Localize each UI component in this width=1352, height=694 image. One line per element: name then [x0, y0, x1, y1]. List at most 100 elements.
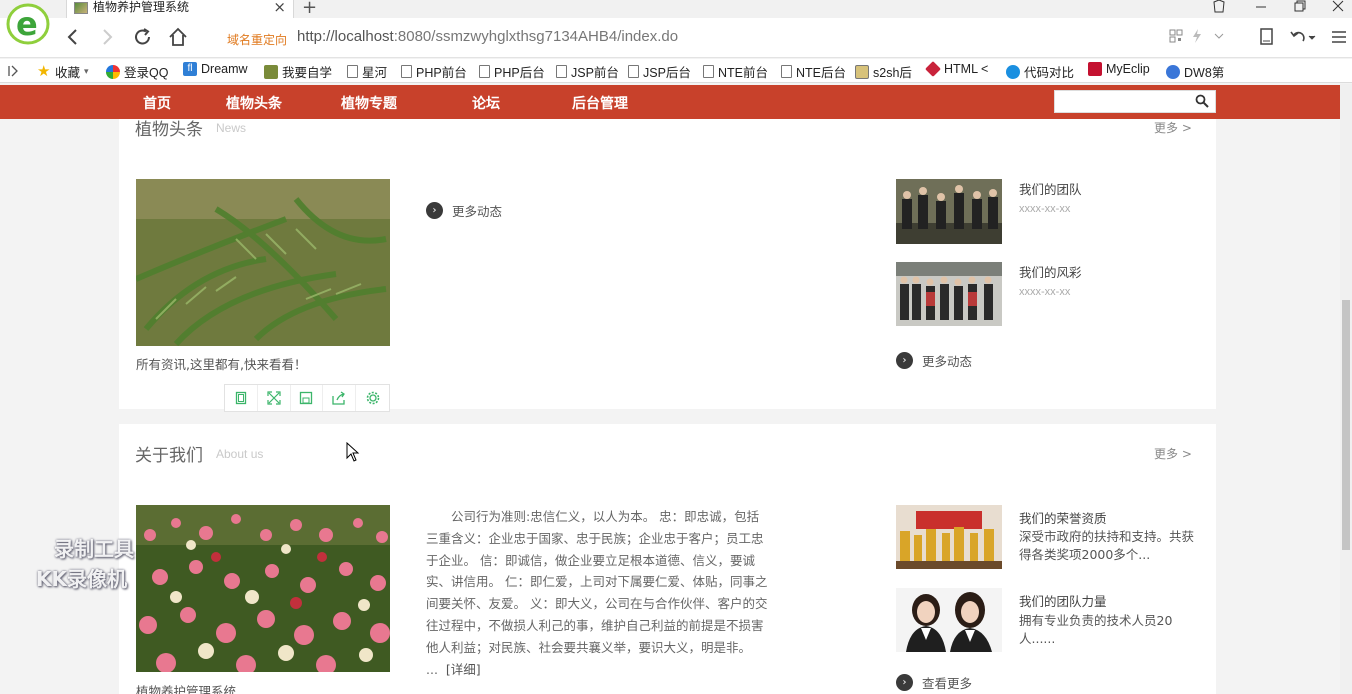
browser-tab-active[interactable]: 植物养护管理系统 ×: [66, 0, 294, 18]
nav-plant-news[interactable]: 植物头条: [226, 93, 282, 113]
bookmark-13[interactable]: 代码对比: [1006, 62, 1074, 81]
bookmark-label: PHP前台: [416, 66, 467, 80]
copy-icon[interactable]: [225, 385, 258, 411]
new-tab-button[interactable]: +: [302, 0, 317, 18]
about-more-link[interactable]: 更多 >: [1154, 445, 1192, 462]
address-bar[interactable]: http://localhost:8080/ssmzwyhglxthsg7134…: [297, 28, 678, 45]
minimize-icon[interactable]: [1251, 0, 1271, 14]
side-more-dynamics[interactable]: › 更多动态: [896, 351, 972, 370]
image-toolbar: [224, 384, 390, 412]
side-item-team-power-title[interactable]: 我们的团队力量: [1019, 591, 1107, 610]
bookmark-icon[interactable]: [1259, 28, 1275, 46]
nav-forum[interactable]: 论坛: [472, 93, 500, 113]
bookmark-11[interactable]: s2sh后: [855, 62, 912, 81]
news-more-link[interactable]: 更多 >: [1154, 119, 1192, 136]
side-item-style-date: xxxx-xx-xx: [1019, 286, 1071, 298]
search-icon[interactable]: [1195, 94, 1209, 108]
news-more-dynamics[interactable]: › 更多动态: [426, 201, 502, 220]
nav-plant-topics[interactable]: 植物专题: [341, 93, 397, 113]
side-item-honor-title[interactable]: 我们的荣誉资质: [1019, 508, 1107, 527]
forward-icon[interactable]: [96, 26, 118, 48]
about-view-more[interactable]: › 查看更多: [896, 673, 972, 692]
honor-thumbnail[interactable]: [896, 505, 1002, 569]
bookmark-8[interactable]: JSP后台: [628, 62, 691, 81]
about-section: 关于我们 About us 更多 > 植物养护管理系统 公司行为准则:忠信仁义，…: [119, 424, 1216, 694]
bookmark-label: HTML <: [944, 62, 989, 76]
restore-icon[interactable]: [1289, 0, 1309, 14]
doc-icon: [628, 65, 639, 78]
tab-close-icon[interactable]: ×: [273, 0, 286, 16]
chevron-down-icon[interactable]: [1214, 33, 1224, 39]
lightning-icon[interactable]: [1191, 29, 1203, 43]
about-main-image[interactable]: [136, 505, 390, 672]
doc-icon: [703, 65, 714, 78]
about-body-text: 公司行为准则:忠信仁义，以人为本。 忠：即忠诚，包括三重含义：企业忠于国家、忠于…: [426, 506, 768, 680]
about-detail-link[interactable]: [详细]: [446, 662, 481, 677]
bookmark-label: 我要自学: [282, 66, 333, 80]
bookmark-1[interactable]: 登录QQ: [106, 62, 168, 81]
html-icon: [925, 61, 941, 77]
bookmark-10[interactable]: NTE后台: [781, 62, 846, 81]
bookmark-2[interactable]: fl Dreamw: [183, 62, 248, 76]
image-icon: [855, 64, 869, 79]
about-caption: 植物养护管理系统: [136, 684, 237, 694]
bookmark-9[interactable]: NTE前台: [703, 62, 768, 81]
side-item-honor-desc: 深受市政府的扶持和支持。共获得各类奖项2000多个...: [1019, 529, 1195, 562]
browser-tabbar: 植物养护管理系统 × +: [0, 0, 1352, 18]
watermark-line-2: KK录像机: [36, 567, 127, 591]
bookmark-5[interactable]: PHP前台: [401, 62, 467, 81]
recorder-watermark: 录制工具 KK录像机: [36, 534, 134, 594]
bookmark-6[interactable]: PHP后台: [479, 62, 545, 81]
settings-icon[interactable]: [356, 385, 389, 411]
bookmark-label: DW8第: [1184, 66, 1225, 80]
news-caption: 所有资讯,这里都有,快来看看！: [136, 357, 307, 372]
news-title: 植物头条: [135, 120, 203, 140]
arrow-right-circle-icon: ›: [896, 352, 913, 369]
svg-text:e: e: [16, 5, 38, 43]
nav-admin[interactable]: 后台管理: [572, 93, 628, 113]
style-thumbnail[interactable]: [896, 262, 1002, 326]
home-icon[interactable]: [167, 26, 189, 48]
page-scrollbar[interactable]: [1340, 84, 1352, 694]
skin-icon[interactable]: [1209, 0, 1229, 14]
bookmark-14[interactable]: MyEclip: [1088, 62, 1150, 76]
search-input[interactable]: [1054, 90, 1216, 113]
team-thumbnail[interactable]: [896, 179, 1002, 244]
bookmark-label: Dreamw: [201, 62, 248, 76]
sidebar-toggle-icon[interactable]: [8, 65, 18, 77]
qr-code-icon[interactable]: [1169, 29, 1183, 43]
compare-icon: [1006, 64, 1020, 79]
arrow-right-circle-icon: ›: [426, 202, 443, 219]
side-item-style-title[interactable]: 我们的风彩: [1019, 262, 1082, 281]
bookmark-label: 代码对比: [1024, 66, 1075, 80]
save-icon[interactable]: [291, 385, 324, 411]
bookmark-7[interactable]: JSP前台: [556, 62, 619, 81]
undo-icon[interactable]: [1290, 29, 1316, 45]
bookmark-0[interactable]: ★ 收藏 ▾: [37, 62, 89, 81]
side-item-team-title[interactable]: 我们的团队: [1019, 179, 1082, 198]
refresh-icon[interactable]: [132, 26, 154, 48]
url-host: http://localhost: [297, 28, 394, 45]
bookmark-4[interactable]: 星河: [347, 62, 387, 81]
share-icon[interactable]: [323, 385, 357, 411]
bookmark-3[interactable]: 我要自学: [264, 62, 332, 81]
bookmark-15[interactable]: DW8第: [1166, 62, 1224, 81]
doc-icon: [401, 65, 412, 78]
team-power-thumbnail[interactable]: [896, 588, 1002, 652]
tab-title: 植物养护管理系统: [93, 0, 190, 14]
bookmark-12[interactable]: HTML <: [925, 61, 989, 77]
star-icon: ★: [37, 62, 51, 80]
nav-home[interactable]: 首页: [143, 93, 171, 113]
dreamweaver-icon: fl: [183, 62, 197, 76]
back-icon[interactable]: [62, 26, 84, 48]
scrollbar-thumb[interactable]: [1342, 300, 1350, 550]
about-text-content: 公司行为准则:忠信仁义，以人为本。 忠：即忠诚，包括三重含义：企业忠于国家、忠于…: [426, 509, 768, 677]
bookmark-label: NTE后台: [796, 66, 847, 80]
menu-icon[interactable]: [1331, 31, 1347, 43]
book-icon: [264, 64, 278, 79]
fullscreen-icon[interactable]: [258, 385, 291, 411]
news-main-image[interactable]: [136, 179, 390, 346]
redirect-label: 域名重定向: [227, 33, 288, 47]
about-subtitle: About us: [216, 447, 264, 461]
close-window-icon[interactable]: [1328, 0, 1348, 14]
